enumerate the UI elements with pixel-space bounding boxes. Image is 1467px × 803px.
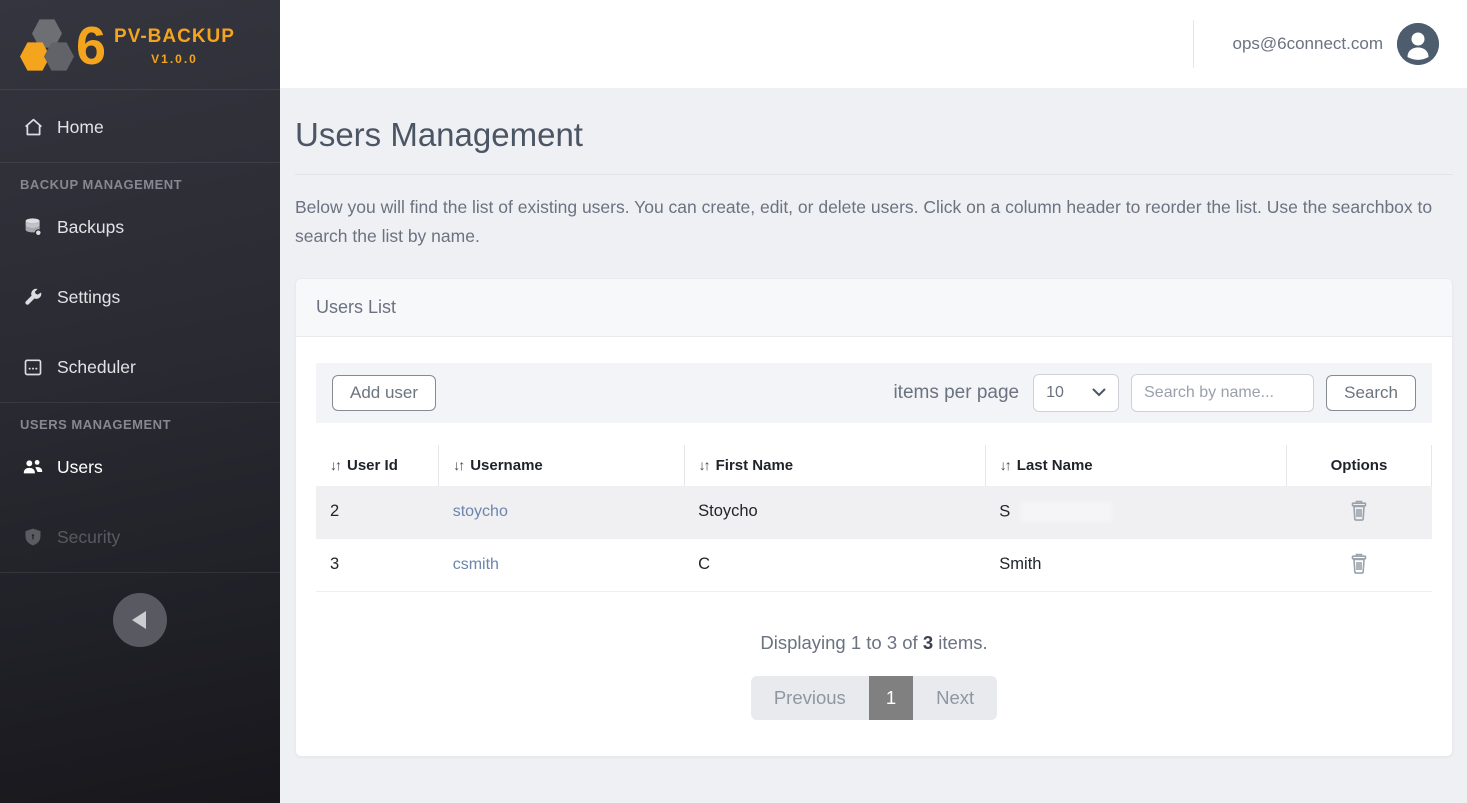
calendar-icon bbox=[22, 356, 44, 378]
database-icon bbox=[22, 216, 44, 238]
title-divider bbox=[295, 174, 1453, 175]
column-header-first-name[interactable]: ↓↑First Name bbox=[684, 445, 985, 486]
main-area: ops@6connect.com Users Management Below … bbox=[280, 0, 1467, 803]
chevron-down-icon bbox=[1092, 384, 1106, 402]
sidebar-item-security[interactable]: Security bbox=[0, 518, 280, 556]
pager: Previous 1 Next bbox=[751, 676, 997, 720]
user-id-cell: 2 bbox=[316, 486, 439, 539]
users-table: ↓↑User Id ↓↑Username ↓↑First Name ↓↑Last… bbox=[316, 445, 1432, 592]
card-title: Users List bbox=[296, 279, 1452, 337]
hexagon-logo-icon bbox=[20, 18, 74, 74]
sidebar-item-backups[interactable]: Backups bbox=[0, 208, 280, 246]
sidebar-item-label: Scheduler bbox=[57, 357, 136, 378]
page-description: Below you will find the list of existing… bbox=[295, 193, 1435, 252]
column-header-options: Options bbox=[1286, 445, 1431, 486]
next-page-button[interactable]: Next bbox=[913, 676, 997, 720]
delete-user-button[interactable] bbox=[1348, 551, 1370, 579]
previous-page-button[interactable]: Previous bbox=[751, 676, 869, 720]
sort-icon: ↓↑ bbox=[453, 457, 463, 473]
logo-number: 6 bbox=[76, 19, 106, 73]
table-row: 3 csmith C Smith bbox=[316, 538, 1432, 591]
last-name-cell: Smith bbox=[985, 538, 1286, 591]
sidebar-item-home[interactable]: Home bbox=[0, 108, 280, 146]
sort-icon: ↓↑ bbox=[699, 457, 709, 473]
sort-icon: ↓↑ bbox=[330, 457, 340, 473]
items-per-page-value: 10 bbox=[1046, 384, 1074, 402]
table-header-row: ↓↑User Id ↓↑Username ↓↑First Name ↓↑Last… bbox=[316, 445, 1432, 486]
sidebar-divider bbox=[0, 162, 280, 163]
items-per-page-select[interactable]: 10 bbox=[1033, 374, 1119, 412]
page-content: Users Management Below you will find the… bbox=[280, 88, 1467, 803]
username-link[interactable]: csmith bbox=[453, 556, 499, 573]
brand-version: V1.0.0 bbox=[151, 52, 198, 66]
wrench-icon bbox=[22, 286, 44, 308]
delete-user-button[interactable] bbox=[1348, 498, 1370, 526]
items-per-page-label: items per page bbox=[893, 382, 1019, 404]
column-header-user-id[interactable]: ↓↑User Id bbox=[316, 445, 439, 486]
sidebar-item-label: Backups bbox=[57, 217, 124, 238]
items-count: 3 bbox=[923, 632, 933, 653]
sidebar-item-users[interactable]: Users bbox=[0, 448, 280, 486]
page-title: Users Management bbox=[295, 116, 1453, 154]
users-icon bbox=[22, 456, 44, 478]
user-id-cell: 3 bbox=[316, 538, 439, 591]
sidebar-item-label: Security bbox=[57, 527, 120, 548]
sidebar: 6 PV-BACKUP V1.0.0 Home BACKUP MANAGEMEN… bbox=[0, 0, 280, 803]
sidebar-item-scheduler[interactable]: Scheduler bbox=[0, 348, 280, 386]
app-logo[interactable]: 6 PV-BACKUP V1.0.0 bbox=[0, 0, 280, 90]
sidebar-nav: Home BACKUP MANAGEMENT Backups Settings … bbox=[0, 90, 280, 803]
sidebar-divider bbox=[0, 402, 280, 403]
section-label-users-management: USERS MANAGEMENT bbox=[0, 417, 280, 432]
sidebar-item-label: Users bbox=[57, 457, 103, 478]
avatar[interactable] bbox=[1397, 23, 1439, 65]
pagination-summary: Displaying 1 to 3 of 3 items. bbox=[316, 632, 1432, 654]
current-page-button[interactable]: 1 bbox=[869, 676, 913, 720]
collapse-left-arrow-icon bbox=[132, 611, 146, 629]
top-header: ops@6connect.com bbox=[280, 0, 1467, 88]
add-user-button[interactable]: Add user bbox=[332, 375, 436, 411]
user-menu: ops@6connect.com bbox=[1193, 20, 1439, 68]
user-email: ops@6connect.com bbox=[1232, 34, 1383, 54]
first-name-cell: Stoycho bbox=[684, 486, 985, 539]
username-link[interactable]: stoycho bbox=[453, 503, 508, 520]
sidebar-item-label: Home bbox=[57, 117, 104, 138]
sidebar-collapse-button[interactable] bbox=[113, 593, 167, 647]
redacted-blur bbox=[1020, 502, 1112, 522]
section-label-backup-management: BACKUP MANAGEMENT bbox=[0, 177, 280, 192]
search-input[interactable] bbox=[1131, 374, 1314, 412]
users-list-card: Users List Add user items per page 10 bbox=[295, 278, 1453, 757]
search-button[interactable]: Search bbox=[1326, 375, 1416, 411]
table-toolbar: Add user items per page 10 Search bbox=[316, 363, 1432, 423]
sort-icon: ↓↑ bbox=[1000, 457, 1010, 473]
column-header-username[interactable]: ↓↑Username bbox=[439, 445, 684, 486]
pagination: Displaying 1 to 3 of 3 items. Previous 1… bbox=[316, 632, 1432, 720]
shield-icon bbox=[22, 526, 44, 548]
sidebar-item-label: Settings bbox=[57, 287, 120, 308]
sidebar-item-settings[interactable]: Settings bbox=[0, 278, 280, 316]
home-icon bbox=[22, 116, 44, 138]
brand-name: PV-BACKUP bbox=[114, 26, 235, 48]
last-name-cell: S bbox=[985, 486, 1286, 539]
table-row: 2 stoycho Stoycho S bbox=[316, 486, 1432, 539]
column-header-last-name[interactable]: ↓↑Last Name bbox=[985, 445, 1286, 486]
first-name-cell: C bbox=[684, 538, 985, 591]
